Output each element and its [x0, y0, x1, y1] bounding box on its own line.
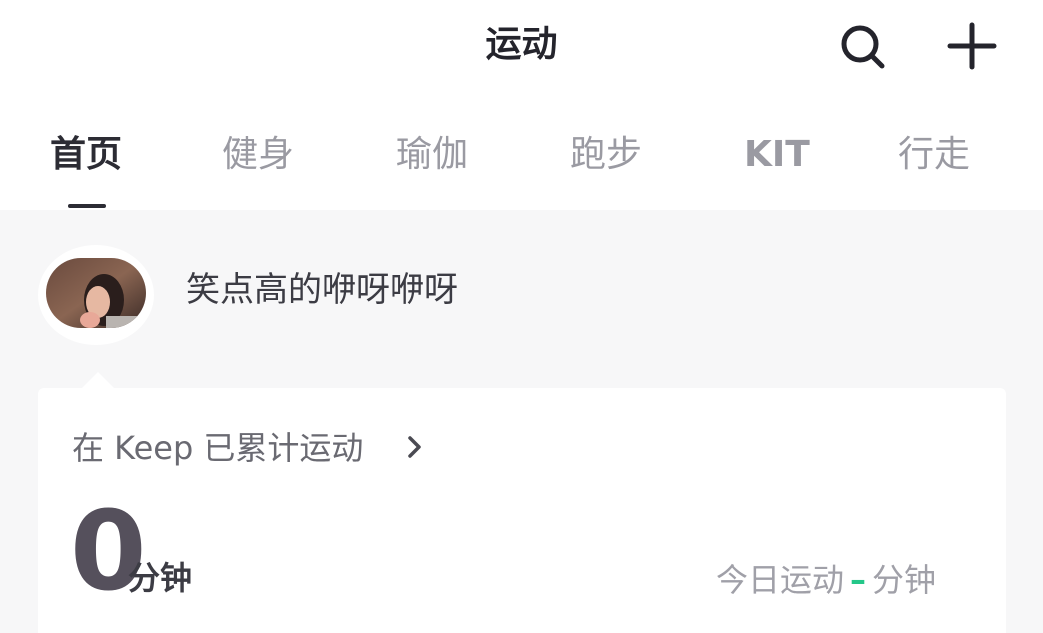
tab-running[interactable]: 跑步 — [570, 128, 642, 182]
tab-walking[interactable]: 行走 — [898, 128, 970, 182]
card-pointer — [82, 372, 114, 388]
app-root: 运动 首页 健身 瑜伽 跑步 KIT 行走 笑点高的咿呀咿呀 在 Keep 已累… — [0, 0, 1043, 633]
summary-title[interactable]: 在 Keep 已累计运动 — [72, 426, 363, 470]
avatar[interactable] — [46, 258, 146, 328]
tab-fitness[interactable]: 健身 — [222, 128, 294, 182]
chevron-right-icon[interactable] — [404, 432, 426, 462]
today-unit: 分钟 — [872, 561, 937, 599]
today-label: 今日运动 — [716, 561, 845, 599]
total-minutes-unit: 分钟 — [128, 559, 193, 597]
username[interactable]: 笑点高的咿呀咿呀 — [186, 268, 458, 312]
top-bar: 运动 首页 健身 瑜伽 跑步 KIT 行走 — [0, 0, 1043, 210]
tab-kit[interactable]: KIT — [744, 128, 810, 182]
search-icon[interactable] — [836, 22, 888, 70]
tab-yoga[interactable]: 瑜伽 — [396, 128, 468, 182]
tab-home[interactable]: 首页 — [50, 128, 122, 182]
tab-bar: 首页 健身 瑜伽 跑步 KIT 行走 — [0, 128, 1043, 188]
today-summary: 今日运动 – 分钟 — [716, 558, 936, 602]
plus-icon[interactable] — [946, 22, 998, 70]
active-tab-indicator — [68, 204, 106, 208]
today-value: – — [850, 561, 867, 599]
